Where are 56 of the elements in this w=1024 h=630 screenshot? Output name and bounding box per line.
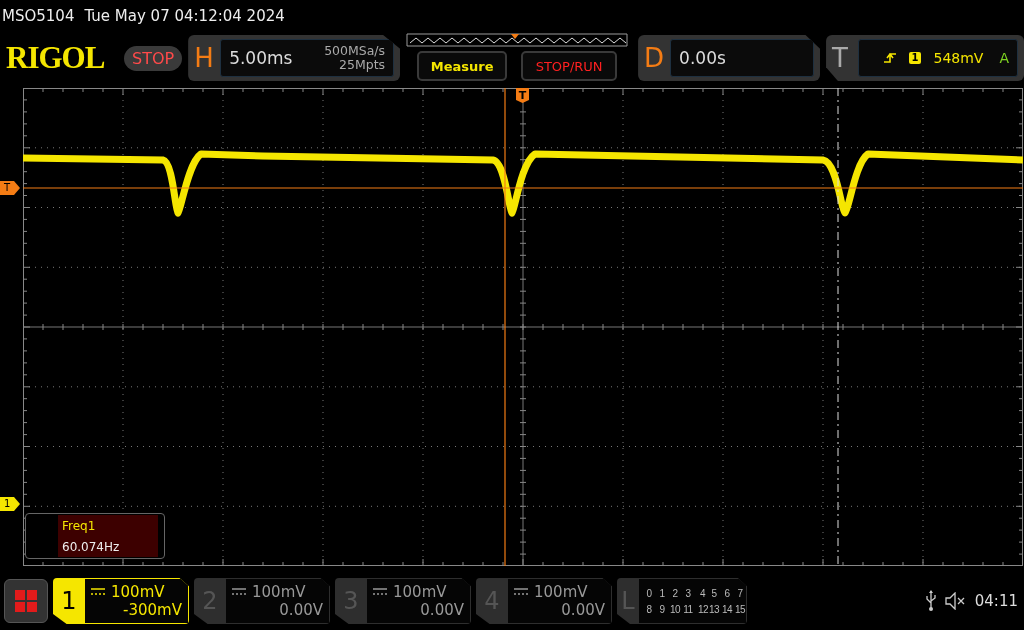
horizontal-panel[interactable]: H 5.00ms 500MSa/s 25Mpts bbox=[188, 35, 401, 81]
trigger-level-marker[interactable]: T bbox=[0, 181, 20, 195]
trigger-panel[interactable]: T 1 548mV A bbox=[826, 35, 1024, 81]
logic-channel-number: 10 bbox=[669, 603, 681, 615]
logic-channel-number: 1 bbox=[658, 587, 666, 599]
logic-channel-number: 5 bbox=[710, 587, 718, 599]
rising-edge-icon bbox=[882, 52, 897, 64]
measurement-name: Freq1 bbox=[62, 518, 97, 533]
logic-channel-number: 0 bbox=[645, 587, 653, 599]
usb-icon bbox=[924, 590, 937, 612]
measurement-value: 60.074Hz bbox=[62, 539, 121, 554]
dc-coupling-icon bbox=[232, 588, 246, 596]
vertical-scale: 100mV bbox=[252, 583, 306, 601]
trigger-mode: A bbox=[999, 50, 1009, 66]
timebase-value: 5.00ms bbox=[229, 48, 293, 68]
trigger-position-marker[interactable]: T bbox=[516, 88, 529, 103]
channel-offset-marker[interactable]: 1 bbox=[0, 497, 20, 511]
grid-squares-icon bbox=[15, 590, 37, 612]
vertical-offset: 0.00V bbox=[561, 601, 605, 619]
logic-channel-number: 7 bbox=[736, 587, 744, 599]
logic-channel-number: 15 bbox=[734, 603, 746, 615]
vertical-offset: 0.00V bbox=[420, 601, 464, 619]
dc-coupling-icon bbox=[373, 588, 387, 596]
logic-channel-number: 9 bbox=[658, 603, 666, 615]
logic-channel-number: 4 bbox=[698, 587, 707, 599]
logic-channel-number: 3 bbox=[684, 587, 692, 599]
sample-rate: 500MSa/s bbox=[324, 44, 386, 58]
stop-run-button[interactable]: STOP/RUN bbox=[521, 51, 618, 81]
channel-panel[interactable]: 1 100mV -300mV bbox=[53, 578, 189, 624]
model-name: MSO5104 bbox=[2, 7, 75, 25]
trigger-source-badge: 1 bbox=[908, 52, 922, 64]
vertical-offset: 0.00V bbox=[279, 601, 323, 619]
delay-panel[interactable]: D 0.00s bbox=[638, 35, 821, 81]
vertical-scale: 100mV bbox=[534, 583, 588, 601]
measure-button[interactable]: Measure bbox=[417, 51, 508, 81]
logic-channel-number: 14 bbox=[721, 603, 733, 615]
logic-channel-number: 6 bbox=[723, 587, 731, 599]
brand-logo: RIGOL bbox=[6, 40, 106, 76]
clock-time: 04:11 bbox=[974, 592, 1018, 610]
logic-channel-number: 11 bbox=[682, 603, 694, 615]
vertical-scale: 100mV bbox=[111, 583, 165, 601]
run-state-badge: STOP bbox=[123, 45, 183, 71]
date-time: Tue May 07 04:12:04 2024 bbox=[84, 7, 285, 25]
logic-channel-number: 12 bbox=[698, 603, 707, 615]
memory-depth: 25Mpts bbox=[339, 58, 386, 72]
trigger-level: 548mV bbox=[933, 50, 984, 66]
logic-channel-number: 13 bbox=[708, 603, 720, 615]
logic-channel-number: 2 bbox=[671, 587, 679, 599]
dc-coupling-icon bbox=[514, 588, 528, 596]
vertical-offset: -300mV bbox=[123, 601, 182, 619]
dc-coupling-icon bbox=[91, 588, 105, 596]
vertical-scale: 100mV bbox=[393, 583, 447, 601]
logic-channel-number: 8 bbox=[645, 603, 653, 615]
delay-value: 0.00s bbox=[679, 48, 726, 68]
menu-button[interactable] bbox=[4, 579, 48, 623]
speaker-muted-icon bbox=[944, 592, 967, 610]
